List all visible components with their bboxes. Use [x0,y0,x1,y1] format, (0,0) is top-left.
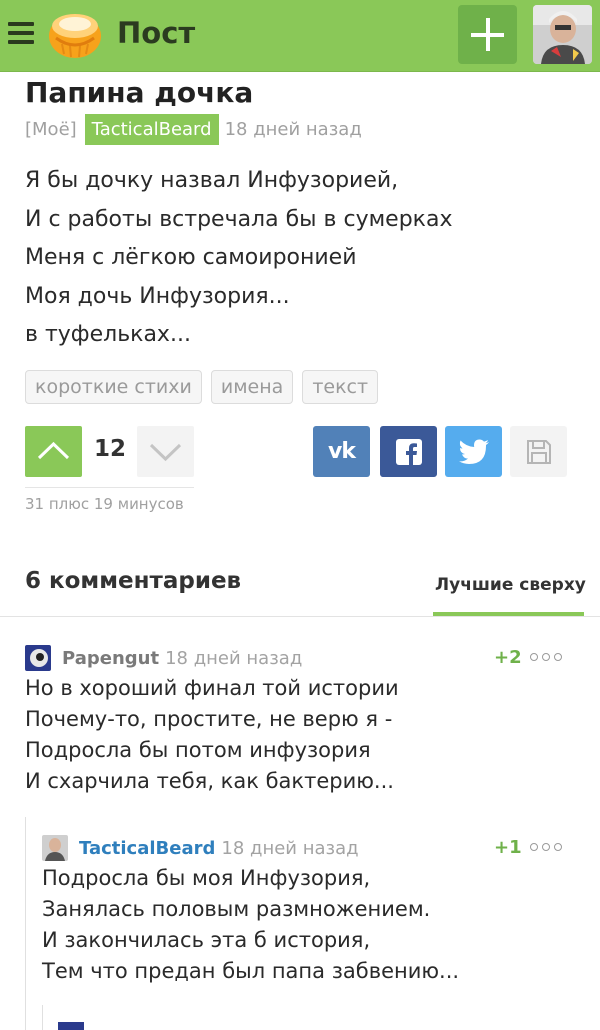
tag-names[interactable]: имена [210,370,294,404]
post-line: Моя дочь Инфузория... [25,283,290,309]
divider [25,487,194,488]
comment-line: Подросла бы потом инфузория [25,738,371,762]
chevron-down-icon [149,443,182,462]
comments-title: 6 комментариев [25,568,242,594]
vk-icon: vk [328,439,356,464]
post-body: Я бы дочку назвал Инфузорией, И с работы… [25,162,452,355]
share-facebook-button[interactable] [380,426,437,477]
save-disk-icon [526,439,551,464]
comment-line: Подросла бы моя Инфузория, [42,866,371,890]
comment-date: 18 дней назад [221,837,359,859]
comment-author[interactable]: TacticalBeard [79,838,215,859]
add-post-button[interactable] [458,5,517,64]
chevron-up-icon [37,441,70,460]
comment-author[interactable]: Papengut [62,648,159,669]
cupcake-logo-icon[interactable] [48,8,102,60]
comment-date: 18 дней назад [165,647,303,669]
more-options-icon[interactable] [530,653,566,661]
tag-text[interactable]: текст [302,370,379,404]
tag-moe[interactable]: [Моё] [25,119,77,140]
facebook-icon [395,438,422,465]
reply-thread-line [25,817,26,1030]
top-bar: Пост [0,0,600,72]
comment-avatar[interactable] [25,645,51,671]
comment-header: Papengut 18 дней назад [25,645,302,671]
page-title: Пост [117,16,196,50]
share-twitter-button[interactable] [445,426,502,477]
post-author-link[interactable]: TacticalBeard [84,113,219,145]
downvote-button[interactable] [137,426,194,477]
post-rating: 12 [94,436,127,462]
comment-line: И закончилась эта б история, [42,928,371,952]
hamburger-menu-icon[interactable] [8,22,34,44]
post-meta: [Моё] TacticalBeard 18 дней назад [25,112,362,146]
more-options-icon[interactable] [530,843,566,851]
save-post-button[interactable] [510,426,567,477]
share-vk-button[interactable]: vk [313,426,370,477]
post-title[interactable]: Папина дочка [25,76,253,109]
comment-body: Подросла бы моя Инфузория, Занялась поло… [42,863,459,987]
post-line: И с работы встречала бы в сумерках [25,206,453,232]
comment-rating: +2 [494,647,522,668]
vote-stats: 31 плюс 19 минусов [25,495,184,513]
divider [0,616,600,617]
comment-header: TacticalBeard 18 дней назад [42,835,359,861]
tag-short-poems[interactable]: короткие стихи [25,370,202,404]
comment-line: Почему-то, простите, не верю я - [25,707,393,731]
comment-avatar[interactable] [42,835,68,861]
tag-list: короткие стихи имена текст [25,370,387,404]
comment-line: Но в хороший финал той истории [25,676,399,700]
post-date: 18 дней назад [224,118,362,140]
user-avatar[interactable] [533,5,592,64]
comment-line: И схарчила тебя, как бактерию... [25,769,394,793]
post-line: Я бы дочку назвал Инфузорией, [25,168,399,193]
comment-line: Тем что предан был папа забвению... [42,959,460,983]
sort-best-first-tab[interactable]: Лучшие сверху [435,575,586,595]
comment-line: Занялась половым размножением. [42,897,431,921]
post-line: Меня с лёгкою самоиронией [25,245,357,270]
post-line: в туфельках... [25,322,191,347]
comment-avatar[interactable] [58,1022,84,1030]
twitter-bird-icon [458,439,489,464]
reply-thread-line [42,1005,43,1030]
comment-body: Но в хороший финал той истории Почему-то… [25,673,399,797]
upvote-button[interactable] [25,426,82,477]
comment-rating: +1 [494,837,522,858]
